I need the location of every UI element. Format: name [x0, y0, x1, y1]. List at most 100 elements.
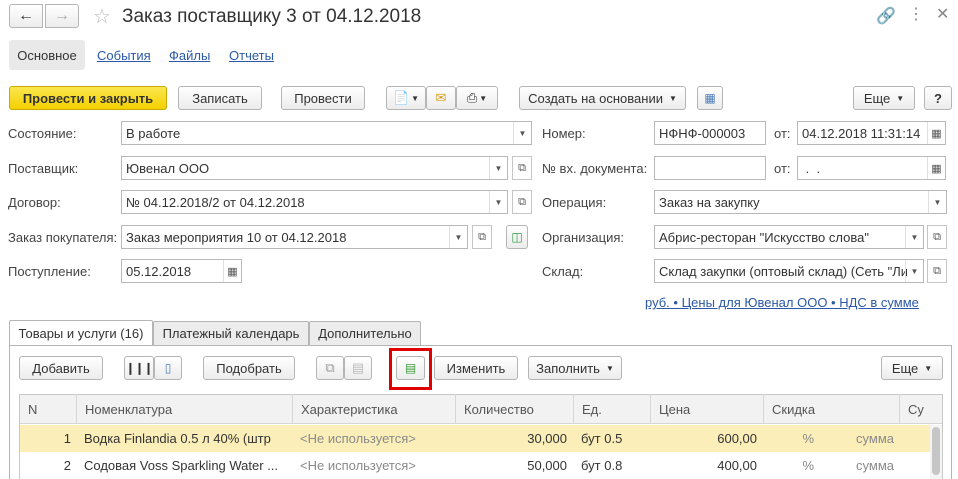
write-button[interactable]: Записать: [178, 86, 262, 110]
post-button[interactable]: Провести: [281, 86, 365, 110]
row-discount-sum[interactable]: сумма: [820, 425, 900, 452]
row-price[interactable]: 400,00: [651, 452, 763, 479]
contract-field[interactable]: № 04.12.2018/2 от 04.12.2018 ▼: [121, 190, 508, 214]
row-price[interactable]: 600,00: [651, 425, 763, 452]
organization-field[interactable]: Абрис-ресторан "Искусство слова" ▼: [654, 225, 924, 249]
incoming-doc-field[interactable]: [654, 156, 766, 180]
contract-label: Договор:: [8, 195, 61, 210]
help-button[interactable]: ?: [924, 86, 952, 110]
create-based-on-button[interactable]: Создать на основании ▼: [519, 86, 686, 110]
vertical-scrollbar[interactable]: [930, 425, 942, 479]
supplier-field[interactable]: Ювенал ООО ▼: [121, 156, 508, 180]
edit-list-button[interactable]: ▤: [396, 356, 425, 380]
envelope-icon: ✉: [435, 90, 447, 105]
number-label: Номер:: [542, 126, 586, 141]
forward-button[interactable]: →: [45, 4, 79, 28]
row-nomenclature[interactable]: Содовая Voss Sparkling Water ...: [78, 452, 292, 479]
add-button[interactable]: Добавить: [19, 356, 103, 380]
printer-icon: ⎙: [466, 90, 478, 105]
col-header-nomenclature[interactable]: Номенклатура: [77, 394, 293, 424]
change-button[interactable]: Изменить: [434, 356, 518, 380]
document-clip-icon: 📄: [392, 90, 410, 105]
contract-open-button[interactable]: ⧉: [512, 190, 532, 214]
warehouse-field[interactable]: Склад закупки (оптовый склад) (Сеть "Ли …: [654, 259, 924, 283]
barcode-button[interactable]: ❙❙❙: [124, 356, 154, 380]
row-discount-sum[interactable]: сумма: [820, 452, 900, 479]
open-window-icon: ⧉: [933, 264, 941, 277]
nav-tab-main[interactable]: Основное: [9, 40, 85, 70]
more-button[interactable]: Еще ▼: [853, 86, 915, 110]
link-icon[interactable]: 🔗: [876, 6, 896, 26]
arrow-right-icon: →: [54, 7, 70, 24]
tab-additional[interactable]: Дополнительно: [309, 321, 421, 345]
open-window-icon: ⧉: [478, 230, 486, 243]
nav-tab-events[interactable]: События: [97, 48, 151, 63]
incoming-date-field[interactable]: . . ▦: [797, 156, 946, 180]
row-quantity[interactable]: 50,000: [456, 452, 573, 479]
col-header-n[interactable]: N: [20, 394, 77, 424]
date-from-label: от:: [774, 126, 791, 141]
col-header-characteristic[interactable]: Характеристика: [293, 394, 456, 424]
nav-tab-files[interactable]: Файлы: [169, 48, 210, 63]
chevron-down-icon: ▼: [489, 157, 507, 179]
row-characteristic[interactable]: <Не используется>: [294, 452, 456, 479]
favorite-star-icon[interactable]: ☆: [93, 4, 111, 29]
nav-tab-reports[interactable]: Отчеты: [229, 48, 274, 63]
more-vertical-icon[interactable]: ⋮: [908, 4, 924, 24]
pick-button[interactable]: Подобрать: [203, 356, 295, 380]
link-order-button[interactable]: ◫: [506, 225, 528, 249]
operation-label: Операция:: [542, 195, 607, 210]
date-field[interactable]: 04.12.2018 11:31:14 ▦: [797, 121, 946, 145]
col-header-discount[interactable]: Скидка: [764, 394, 900, 424]
structure-button[interactable]: ▦: [697, 86, 723, 110]
table-edit-icon: ▤: [404, 361, 417, 375]
row-unit[interactable]: бут 0.5: [575, 425, 651, 452]
calendar-icon[interactable]: ▦: [223, 260, 241, 282]
chevron-down-icon: ▼: [489, 191, 507, 213]
customer-order-field[interactable]: Заказ мероприятия 10 от 04.12.2018 ▼: [121, 225, 468, 249]
col-header-price[interactable]: Цена: [651, 394, 764, 424]
tab-goods[interactable]: Товары и услуги (16): [9, 320, 153, 346]
back-button[interactable]: ←: [9, 4, 43, 28]
nav-tab-main-label: Основное: [17, 47, 77, 63]
row-discount-percent[interactable]: %: [764, 425, 820, 452]
col-header-sum[interactable]: Су: [900, 394, 930, 424]
tab-payment-calendar[interactable]: Платежный календарь: [153, 321, 309, 345]
row-characteristic[interactable]: <Не используется>: [294, 425, 456, 452]
copy-button[interactable]: ⧉: [316, 356, 344, 380]
fill-button[interactable]: Заполнить ▼: [528, 356, 622, 380]
table-more-button[interactable]: Еще ▼: [881, 356, 943, 380]
calendar-icon[interactable]: ▦: [927, 122, 945, 144]
receipt-date-field[interactable]: 05.12.2018 ▦: [121, 259, 242, 283]
col-header-unit[interactable]: Ед.: [574, 394, 651, 424]
status-select[interactable]: В работе ▼: [121, 121, 532, 145]
chevron-down-icon: ▼: [513, 122, 531, 144]
row-unit[interactable]: бут 0.8: [575, 452, 651, 479]
paste-button[interactable]: ▤: [344, 356, 372, 380]
scrollbar-thumb[interactable]: [932, 427, 940, 475]
price-settings-link[interactable]: руб. • Цены для Ювенал ООО • НДС в сумме: [645, 295, 919, 310]
receipt-label: Поступление:: [8, 264, 91, 279]
row-discount-percent[interactable]: %: [764, 452, 820, 479]
row-quantity[interactable]: 30,000: [456, 425, 573, 452]
number-field[interactable]: НФНФ-000003: [654, 121, 766, 145]
customer-order-open-button[interactable]: ⧉: [472, 225, 492, 249]
calendar-icon[interactable]: ▦: [927, 157, 945, 179]
warehouse-open-button[interactable]: ⧉: [927, 259, 947, 283]
chevron-down-icon: ▼: [928, 191, 946, 213]
close-icon[interactable]: ✕: [936, 4, 949, 24]
scanner-icon: ▯: [164, 361, 172, 375]
page-title: Заказ поставщику 3 от 04.12.2018: [122, 6, 422, 27]
customer-order-label: Заказ покупателя:: [8, 230, 118, 245]
email-button[interactable]: ✉: [426, 86, 456, 110]
col-header-quantity[interactable]: Количество: [456, 394, 574, 424]
open-window-icon: ⧉: [518, 195, 526, 208]
supplier-open-button[interactable]: ⧉: [512, 156, 532, 180]
post-and-close-button[interactable]: Провести и закрыть: [9, 86, 167, 110]
organization-open-button[interactable]: ⧉: [927, 225, 947, 249]
print-button[interactable]: ⎙ ▼: [456, 86, 498, 110]
row-nomenclature[interactable]: Водка Finlandia 0.5 л 40% (штр: [78, 425, 292, 452]
create-attachment-button[interactable]: 📄 ▼: [386, 86, 426, 110]
data-collection-terminal-button[interactable]: ▯: [154, 356, 182, 380]
operation-select[interactable]: Заказ на закупку ▼: [654, 190, 947, 214]
